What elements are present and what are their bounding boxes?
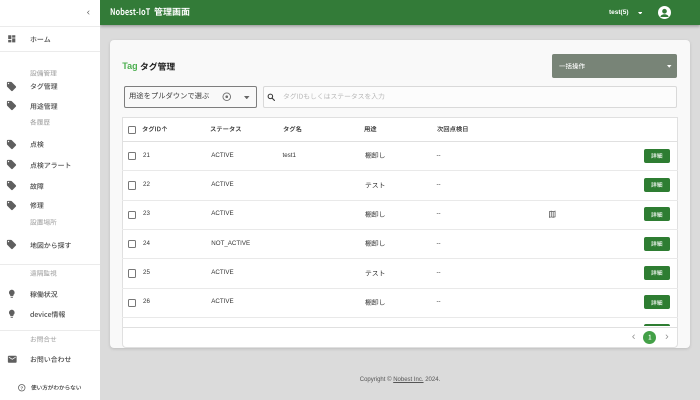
svg-text:?: ? <box>21 386 24 391</box>
